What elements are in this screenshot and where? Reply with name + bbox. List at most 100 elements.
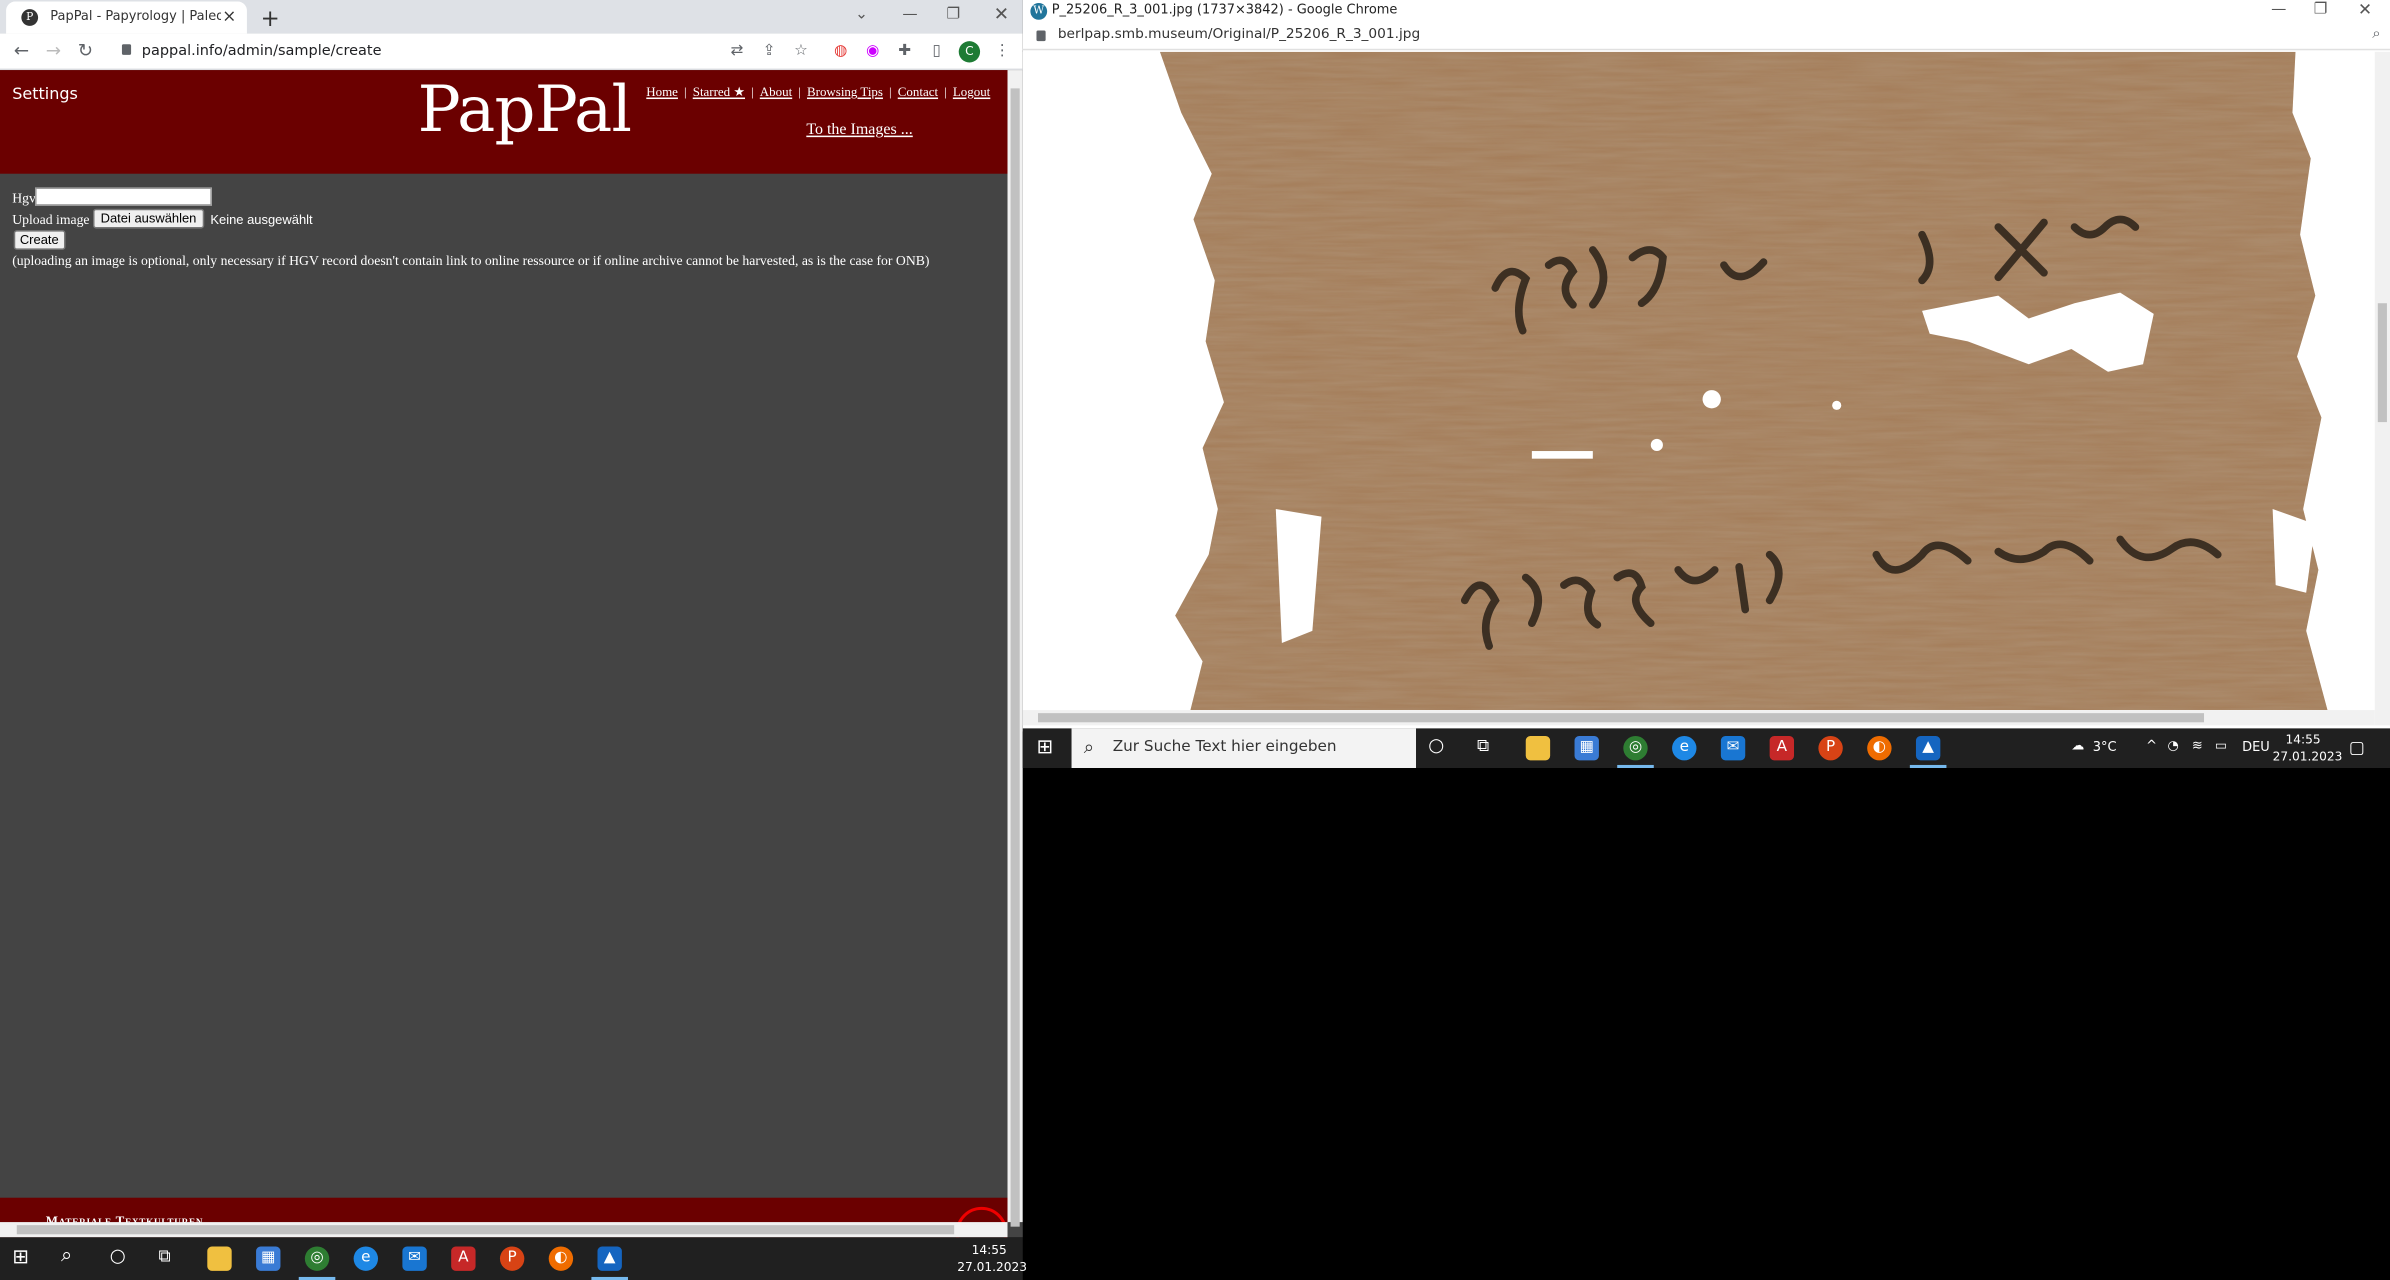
choose-file-button[interactable]: Datei auswählen <box>92 208 205 229</box>
to-the-images-link[interactable]: To the Images ... <box>806 122 912 139</box>
taskbar-clock[interactable]: 14:55 27.01.2023 <box>2272 731 2343 765</box>
cortana-icon[interactable]: ○ <box>110 1245 126 1266</box>
edge-icon[interactable]: e <box>353 1246 379 1271</box>
battery-icon[interactable]: ▭ <box>2215 739 2227 754</box>
nav-about[interactable]: About <box>760 84 792 99</box>
chrome-icon[interactable]: ◎ <box>304 1246 330 1271</box>
right-browser-window: W P_25206_R_3_001.jpg (1737×3842) - Goog… <box>1022 0 2390 732</box>
clock-date: 27.01.2023 <box>2272 749 2343 764</box>
clock-time: 14:55 <box>971 1243 1007 1258</box>
weather-cloud-icon[interactable]: ☁ <box>2071 739 2084 754</box>
profile-avatar[interactable]: C <box>958 41 981 63</box>
upload-note: (uploading an image is optional, only ne… <box>12 252 930 269</box>
tab-search-icon[interactable]: ⌄ <box>855 6 868 23</box>
minimize-icon[interactable]: — <box>2271 2 2286 19</box>
nav-starred[interactable]: Starred ★ <box>693 84 745 99</box>
vertical-scrollbar[interactable] <box>1007 70 1023 1227</box>
horizontal-scroll-thumb[interactable] <box>1038 713 2205 723</box>
firefox-icon[interactable]: ◐ <box>548 1246 574 1271</box>
address-bar-row: ← → ↻ pappal.info/admin/sample/create ⇄ … <box>0 33 1023 71</box>
pappal-favicon-icon: P <box>21 9 39 26</box>
address-bar-row: berlpap.smb.museum/Original/P_25206_R_3_… <box>1022 22 2390 51</box>
language-indicator[interactable]: DEU <box>2242 741 2270 756</box>
chrome-icon[interactable]: ◎ <box>1623 736 1648 761</box>
chrome-active-indicator <box>1617 764 1654 769</box>
store-icon[interactable]: ▦ <box>1574 736 1599 761</box>
edge-icon[interactable]: e <box>1672 736 1697 761</box>
window-title: P_25206_R_3_001.jpg (1737×3842) - Google… <box>1051 3 1398 19</box>
papyrus-image-view[interactable] <box>1022 51 2390 711</box>
close-window-icon[interactable]: ✕ <box>2358 0 2372 20</box>
acrobat-icon[interactable]: A <box>451 1246 476 1271</box>
nav-browsing-tips[interactable]: Browsing Tips <box>807 84 883 99</box>
nav-logout[interactable]: Logout <box>953 84 990 99</box>
vertical-scrollbar[interactable] <box>2374 51 2390 726</box>
url-field[interactable]: berlpap.smb.museum/Original/P_25206_R_3_… <box>1058 27 1420 42</box>
search-icon[interactable]: ⌕ <box>61 1245 72 1268</box>
network-icon[interactable]: ◔ <box>2167 739 2178 754</box>
windows-start-icon[interactable]: ⊞ <box>12 1246 29 1269</box>
papyrus-image <box>1022 51 2390 711</box>
mail-icon[interactable]: ✉ <box>402 1246 427 1271</box>
tray-chevron-icon[interactable]: ^ <box>2146 739 2157 754</box>
extension-red-icon[interactable]: ◍ <box>831 41 851 61</box>
mail-icon[interactable]: ✉ <box>1720 736 1746 761</box>
close-window-icon[interactable]: ✕ <box>994 3 1009 24</box>
photos-icon[interactable]: ▲ <box>597 1246 622 1271</box>
store-icon[interactable]: ▦ <box>256 1246 281 1271</box>
side-panel-icon[interactable]: ▯ <box>927 41 947 61</box>
pappal-header: Settings PapPal Home | Starred ★ | About | Bro… <box>0 70 1008 174</box>
close-tab-icon[interactable]: × <box>222 6 236 26</box>
restore-icon[interactable]: ❐ <box>2314 2 2328 19</box>
settings-link[interactable]: Settings <box>12 85 78 103</box>
menu-kebab-icon[interactable]: ⋮ <box>992 41 1012 61</box>
share-icon[interactable]: ⇪ <box>759 41 779 61</box>
search-placeholder: Zur Suche Text hier eingeben <box>1112 739 1337 756</box>
vertical-scroll-thumb[interactable] <box>1010 88 1020 1227</box>
nav-contact[interactable]: Contact <box>898 84 938 99</box>
new-tab-icon[interactable]: + <box>261 5 280 32</box>
horizontal-scrollbar[interactable] <box>0 1222 1008 1238</box>
vertical-scroll-thumb[interactable] <box>2377 303 2387 423</box>
translate-icon[interactable]: ⇄ <box>727 41 747 61</box>
photos-icon[interactable]: ▲ <box>1915 736 1941 761</box>
minimize-icon[interactable]: — <box>902 6 917 23</box>
extension-purple-icon[interactable]: ◉ <box>863 41 883 61</box>
file-explorer-icon[interactable] <box>1525 736 1551 761</box>
notifications-icon[interactable]: ▢ <box>2349 738 2365 758</box>
nav-home[interactable]: Home <box>646 84 678 99</box>
back-icon[interactable]: ← <box>14 40 29 61</box>
cortana-icon[interactable]: ○ <box>1428 734 1444 755</box>
hgv-input[interactable] <box>35 187 212 206</box>
create-button[interactable]: Create <box>13 230 65 250</box>
powerpoint-icon[interactable]: P <box>1818 736 1843 761</box>
taskbar-clock[interactable]: 14:55 27.01.2023 <box>957 1242 1027 1276</box>
windows-start-icon[interactable]: ⊞ <box>1036 736 1053 759</box>
powerpoint-icon[interactable]: P <box>499 1246 525 1271</box>
zoom-icon[interactable]: ⌕ <box>2372 26 2381 43</box>
forward-icon[interactable]: → <box>46 40 61 61</box>
wifi-icon[interactable]: ≋ <box>2192 739 2203 754</box>
restore-icon[interactable]: ❐ <box>947 6 961 23</box>
extensions-puzzle-icon[interactable]: ✚ <box>895 41 915 61</box>
horizontal-scroll-thumb[interactable] <box>16 1225 955 1235</box>
bookmark-star-icon[interactable]: ☆ <box>791 41 811 61</box>
task-view-icon[interactable]: ⧉ <box>159 1246 171 1267</box>
task-view-icon[interactable]: ⧉ <box>1477 736 1489 757</box>
lock-icon <box>121 44 132 55</box>
url-field[interactable]: pappal.info/admin/sample/create <box>142 43 382 60</box>
file-explorer-icon[interactable] <box>207 1246 232 1271</box>
taskbar-right: ⊞ ⌕ Zur Suche Text hier eingeben ○ ⧉ ▦ ◎… <box>1022 728 2390 769</box>
firefox-icon[interactable]: ◐ <box>1867 736 1892 761</box>
horizontal-scrollbar[interactable] <box>1022 710 2375 726</box>
weather-temp[interactable]: 3°C <box>2093 741 2117 756</box>
reload-icon[interactable]: ↻ <box>78 40 93 61</box>
clock-time: 14:55 <box>2285 732 2321 747</box>
pappal-logo[interactable]: PapPal <box>418 72 632 147</box>
taskbar-search-box[interactable]: ⌕ Zur Suche Text hier eingeben <box>1071 728 1417 769</box>
upload-image-label: Upload image <box>12 211 90 228</box>
acrobat-icon[interactable]: A <box>1769 736 1795 761</box>
tab-pappal[interactable]: P PapPal - Papyrology | Paleography × <box>6 1 247 34</box>
search-icon: ⌕ <box>1083 736 1094 758</box>
title-bar: W P_25206_R_3_001.jpg (1737×3842) - Goog… <box>1022 0 2390 23</box>
